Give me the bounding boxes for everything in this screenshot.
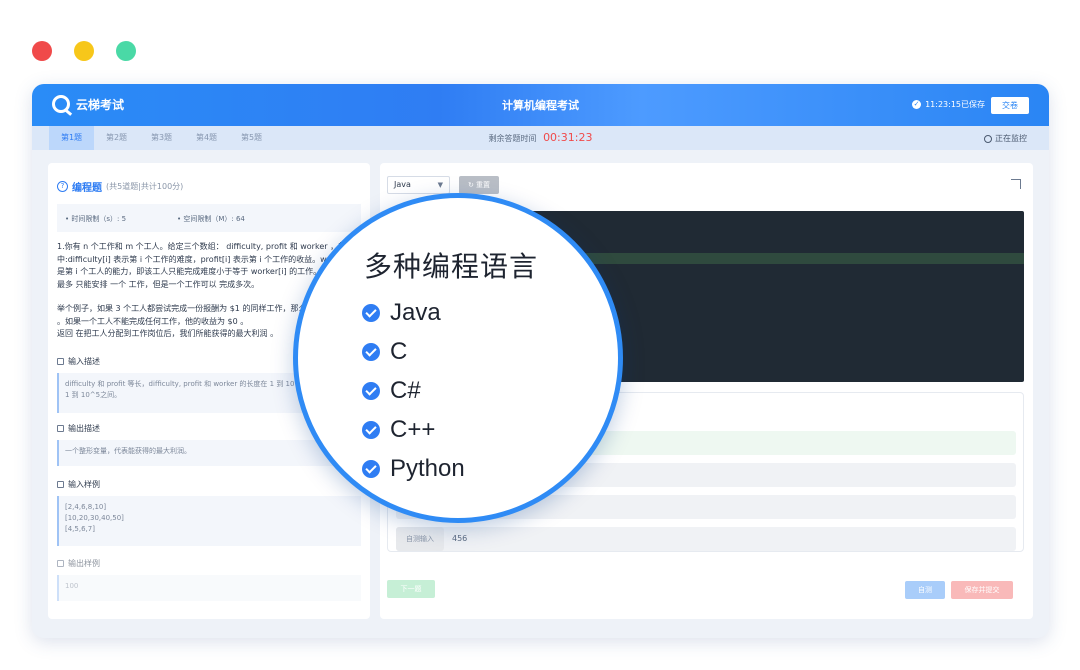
next-question-button[interactable]: 下一题 bbox=[387, 580, 435, 598]
language-label: C bbox=[390, 337, 408, 365]
close-dot[interactable] bbox=[32, 41, 52, 61]
check-circle-icon bbox=[362, 420, 380, 439]
language-magnifier-callout: 多种编程语言 Java C C# C++ Python bbox=[293, 193, 623, 523]
expand-icon[interactable] bbox=[1011, 179, 1021, 189]
question-tab-bar: 第1题 第2题 第3题 第4题 第5题 剩余答题时间 00:31:23 正在监控 bbox=[32, 126, 1049, 150]
language-item: C# bbox=[362, 371, 465, 410]
timer-label: 剩余答题时间 bbox=[488, 134, 537, 143]
question-header: ? 编程题 (共5道题|共计100分) bbox=[57, 179, 183, 194]
maximize-dot[interactable] bbox=[116, 41, 136, 61]
chevron-down-icon: ▼ bbox=[437, 181, 443, 189]
window-controls bbox=[32, 41, 136, 61]
section-icon bbox=[57, 425, 64, 432]
check-icon: ✓ bbox=[912, 100, 922, 109]
language-item: Python bbox=[362, 449, 465, 488]
self-test-row[interactable]: 自测输入 456 bbox=[396, 527, 1016, 551]
language-item: C bbox=[362, 332, 465, 371]
check-circle-icon bbox=[362, 381, 380, 400]
language-value: Java bbox=[394, 180, 411, 189]
sample-line: [2,4,6,8,10] bbox=[65, 503, 107, 511]
language-item: Java bbox=[362, 293, 465, 332]
save-submit-button[interactable]: 保存并提交 bbox=[951, 581, 1013, 599]
check-circle-icon bbox=[362, 342, 380, 361]
self-test-button[interactable]: 自测 bbox=[905, 581, 945, 599]
callout-title: 多种编程语言 bbox=[364, 250, 539, 283]
input-sample-box: [2,4,6,8,10] [10,20,30,40,50] [4,5,6,7] bbox=[57, 496, 361, 546]
submit-exam-button[interactable]: 交卷 bbox=[991, 97, 1029, 114]
self-test-input[interactable]: 456 bbox=[452, 527, 467, 551]
limits-box: • 时间限制（s）: 5 • 空间限制（M）: 64 bbox=[57, 204, 361, 232]
output-desc-title: 输出描述 bbox=[57, 423, 100, 434]
sample-line: [10,20,30,40,50] bbox=[65, 514, 124, 522]
language-label: Python bbox=[390, 454, 465, 482]
language-label: Java bbox=[390, 298, 441, 326]
remaining-time: 剩余答题时间 00:31:23 bbox=[32, 131, 1049, 144]
language-select[interactable]: Java ▼ bbox=[387, 176, 450, 194]
output-sample-title: 输出样例 bbox=[57, 558, 100, 569]
sample-line: [4,5,6,7] bbox=[65, 525, 95, 533]
minimize-dot[interactable] bbox=[74, 41, 94, 61]
check-circle-icon bbox=[362, 459, 380, 478]
section-icon bbox=[57, 560, 64, 567]
save-status-text: 11:23:15已保存 bbox=[925, 100, 985, 109]
output-sample-box: 100 bbox=[57, 575, 361, 601]
self-test-label: 自测输入 bbox=[396, 527, 444, 551]
exam-title: 计算机编程考试 bbox=[502, 99, 579, 112]
top-bar: 云梯考试 计算机编程考试 ✓ 11:23:15已保存 交卷 bbox=[32, 84, 1049, 126]
timer-value: 00:31:23 bbox=[543, 131, 593, 144]
refresh-icon: ↻ bbox=[467, 181, 474, 189]
section-icon bbox=[57, 358, 64, 365]
language-label: C++ bbox=[390, 415, 436, 443]
question-title: 编程题 bbox=[72, 183, 102, 194]
time-limit: • 时间限制（s）: 5 bbox=[65, 215, 127, 223]
language-label: C# bbox=[390, 376, 421, 404]
output-desc-box: 一个整形变量，代表能获得的最大利润。 bbox=[57, 440, 361, 466]
input-sample-title: 输入样例 bbox=[57, 479, 100, 490]
monitor-status: 正在监控 bbox=[984, 133, 1027, 144]
input-desc-title: 输入描述 bbox=[57, 356, 100, 367]
space-limit: • 空间限制（M）: 64 bbox=[177, 215, 245, 223]
language-item: C++ bbox=[362, 410, 465, 449]
monitor-icon bbox=[984, 134, 992, 143]
reset-button[interactable]: ↻ 重置 bbox=[459, 176, 499, 194]
save-status: ✓ 11:23:15已保存 bbox=[912, 99, 985, 110]
section-icon bbox=[57, 481, 64, 488]
language-list: Java C C# C++ Python bbox=[362, 293, 465, 488]
question-subtitle: (共5道题|共计100分) bbox=[106, 182, 184, 191]
question-mark-icon: ? bbox=[57, 181, 68, 192]
monitor-text: 正在监控 bbox=[995, 134, 1027, 143]
check-circle-icon bbox=[362, 303, 380, 322]
